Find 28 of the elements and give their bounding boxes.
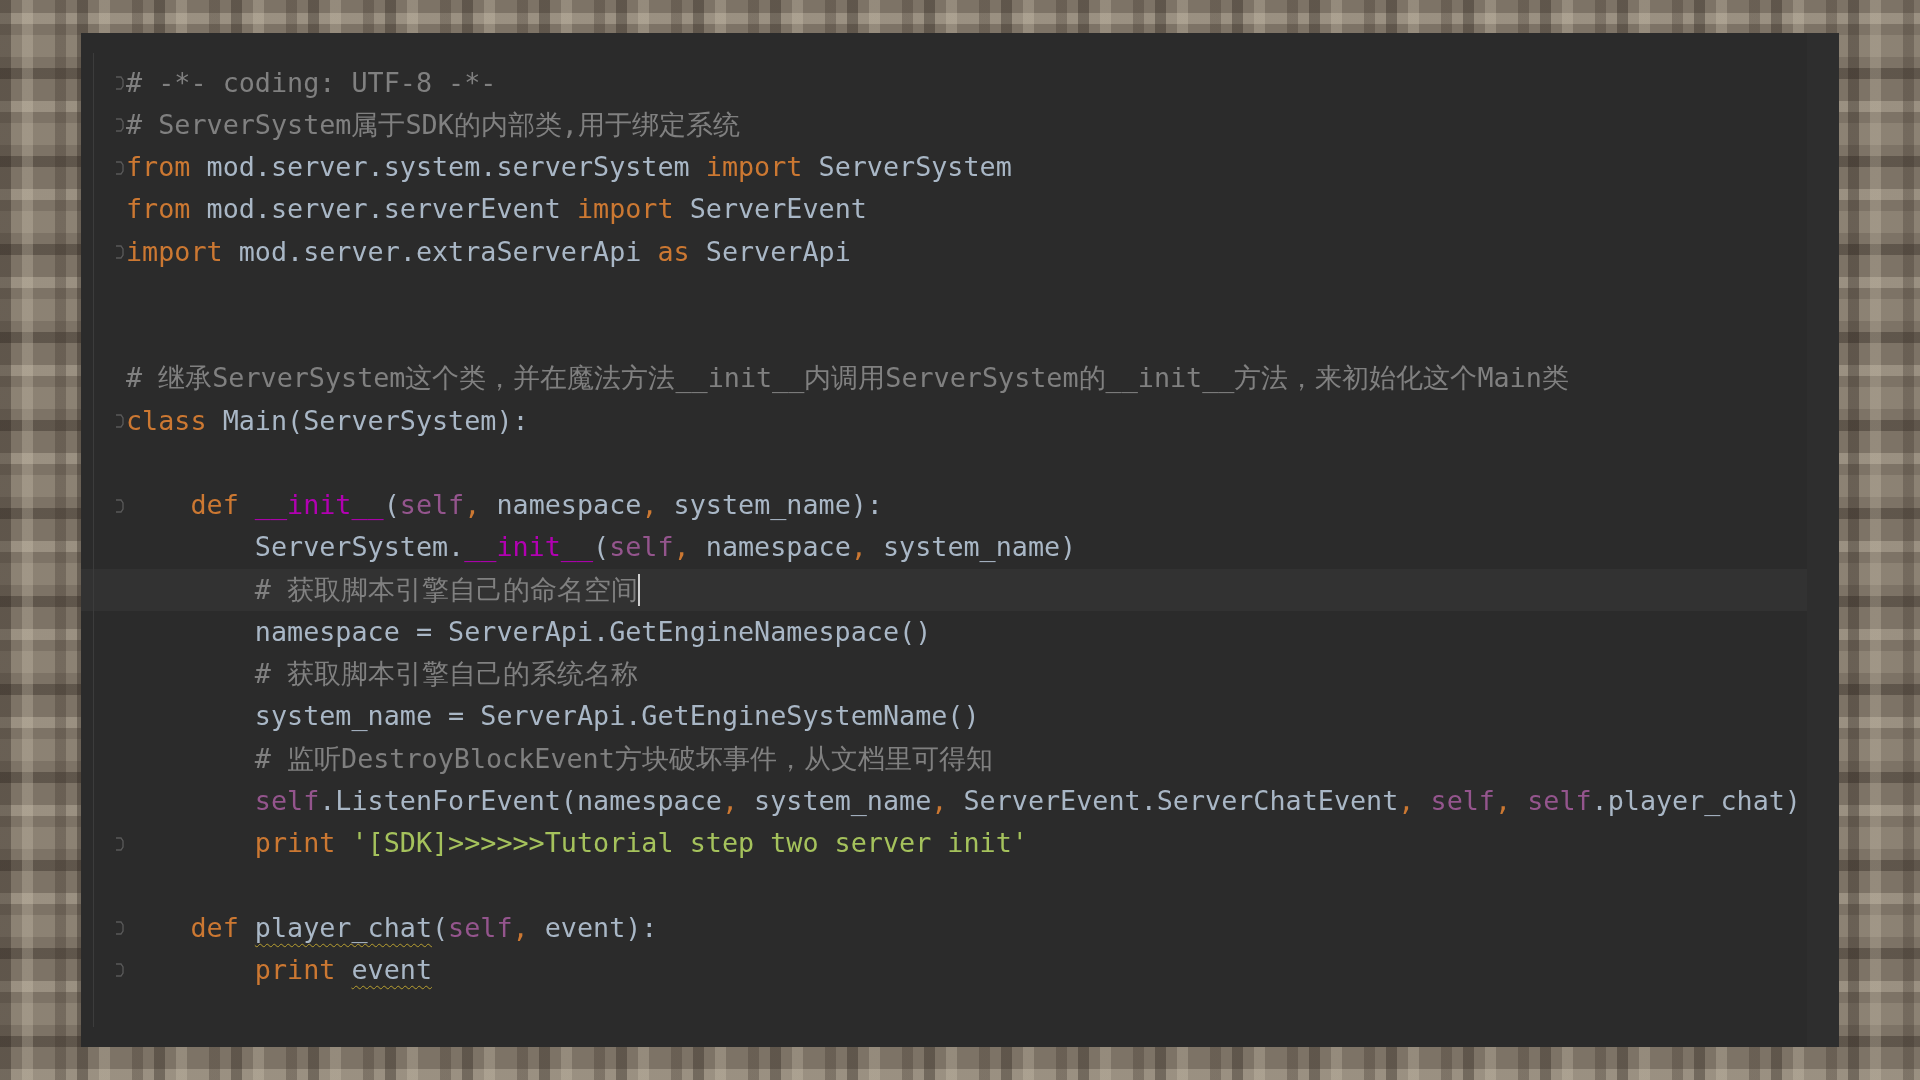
fold-marker-icon[interactable] xyxy=(115,76,124,91)
fold-marker-icon[interactable] xyxy=(115,921,124,936)
code-line: # ServerSystem属于SDK的内部类,用于绑定系统 xyxy=(126,108,740,142)
text-cursor xyxy=(638,574,641,607)
code-line: from mod.server.serverEvent import ServerEvent xyxy=(126,192,867,227)
fold-marker-icon[interactable] xyxy=(115,836,124,851)
code-line: print event xyxy=(253,953,432,987)
code-line: def player_chat(self, event): xyxy=(189,910,658,945)
fold-marker-icon[interactable] xyxy=(115,160,124,175)
code-line: print '[SDK]>>>>>>Tutorial step two server init' xyxy=(253,826,1028,861)
code-line: class Main(ServerSystem): xyxy=(126,403,529,438)
code-line: # 获取脚本引擎自己的系统名称 xyxy=(253,657,639,692)
code-line: def __init__(self, namespace, system_name): xyxy=(189,488,883,523)
fold-marker-icon[interactable] xyxy=(115,963,124,978)
fold-marker-icon[interactable] xyxy=(115,245,124,260)
code-line: namespace = ServerApi.GetEngineNamespace() xyxy=(253,615,932,649)
code-line: # 继承ServerSystem这个类，并在魔法方法__init__内调用ServerSystem的__init__方法，来初始化这个Main类 xyxy=(126,361,1569,396)
fold-marker-icon[interactable] xyxy=(115,118,124,133)
code-line: import mod.server.extraServerApi as ServerApi xyxy=(126,234,851,269)
current-code-line: # 获取脚本引擎自己的命名空间 xyxy=(253,572,639,607)
code-line: system_name = ServerApi.GetEngineSystemName() xyxy=(253,699,980,734)
code-line: # -*- coding: UTF-8 -*- xyxy=(126,65,497,100)
fold-marker-icon[interactable] xyxy=(115,498,124,513)
code-line: ServerSystem.__init__(self, namespace, system_name) xyxy=(253,530,1077,565)
code-line: self.ListenForEvent(namespace, system_name, ServerEvent.ServerChatEvent, self, self.player_chat) xyxy=(253,784,1801,818)
code-line: # 监听DestroyBlockEvent方块破坏事件，从文档里可得知 xyxy=(253,741,993,776)
fold-marker-icon[interactable] xyxy=(115,414,124,429)
code-line: from mod.server.system.serverSystem import ServerSystem xyxy=(126,150,1012,185)
